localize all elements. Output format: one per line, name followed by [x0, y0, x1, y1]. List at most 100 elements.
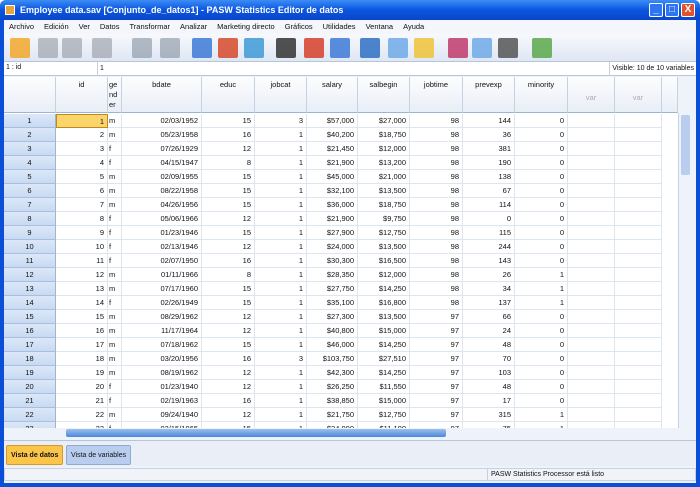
weight-cases-icon[interactable]	[388, 38, 408, 58]
row-header[interactable]: 2	[4, 128, 56, 142]
row-header[interactable]: 6	[4, 184, 56, 198]
table-cell[interactable]: 34	[463, 282, 515, 296]
table-cell[interactable]: $21,900	[307, 212, 358, 226]
row-header[interactable]: 1	[4, 114, 56, 128]
table-cell[interactable]: 1	[515, 408, 568, 422]
table-cell[interactable]: 3	[255, 352, 307, 366]
table-cell[interactable]: 48	[463, 380, 515, 394]
table-cell[interactable]: 11/17/1964	[122, 324, 202, 338]
table-cell[interactable]: m	[108, 352, 122, 366]
row-header[interactable]: 7	[4, 198, 56, 212]
table-cell[interactable]: 15	[202, 338, 255, 352]
table-cell[interactable]: $15,000	[358, 324, 410, 338]
menu-edición[interactable]: Edición	[39, 20, 74, 34]
empty-cell[interactable]	[568, 408, 615, 422]
table-cell[interactable]: 08/22/1958	[122, 184, 202, 198]
empty-cell[interactable]	[568, 352, 615, 366]
empty-cell[interactable]	[568, 184, 615, 198]
row-header[interactable]: 14	[4, 296, 56, 310]
empty-cell[interactable]	[568, 324, 615, 338]
empty-cell[interactable]	[615, 142, 662, 156]
table-cell[interactable]: 05/23/1958	[122, 128, 202, 142]
close-button[interactable]: X	[681, 3, 695, 17]
table-cell[interactable]: 12	[202, 142, 255, 156]
row-header[interactable]: 3	[4, 142, 56, 156]
empty-cell[interactable]	[568, 394, 615, 408]
empty-cell[interactable]	[615, 198, 662, 212]
table-cell[interactable]: 8	[202, 156, 255, 170]
table-cell[interactable]: 13	[56, 282, 108, 296]
table-cell[interactable]: $30,300	[307, 254, 358, 268]
table-cell[interactable]: 7	[56, 198, 108, 212]
menu-marketing-directo[interactable]: Marketing directo	[212, 20, 280, 34]
table-cell[interactable]: $9,750	[358, 212, 410, 226]
show-all-variables-icon[interactable]	[498, 38, 518, 58]
cell-value-input[interactable]: 1	[97, 62, 607, 76]
empty-cell[interactable]	[615, 282, 662, 296]
tab-data-view[interactable]: Vista de datos	[6, 445, 64, 465]
table-cell[interactable]: 98	[410, 156, 463, 170]
menu-ver[interactable]: Ver	[74, 20, 95, 34]
empty-cell[interactable]	[568, 156, 615, 170]
table-cell[interactable]: 0	[515, 324, 568, 338]
row-header[interactable]: 8	[4, 212, 56, 226]
table-cell[interactable]: 1	[255, 128, 307, 142]
table-cell[interactable]: 1	[255, 240, 307, 254]
insert-cases-icon[interactable]	[304, 38, 324, 58]
table-cell[interactable]: 3	[255, 114, 307, 128]
column-header-var[interactable]: var	[568, 77, 615, 113]
table-cell[interactable]: 02/09/1955	[122, 170, 202, 184]
table-cell[interactable]: 15	[202, 282, 255, 296]
empty-cell[interactable]	[615, 212, 662, 226]
variables-icon[interactable]	[244, 38, 264, 58]
table-cell[interactable]: 70	[463, 352, 515, 366]
table-cell[interactable]: $12,750	[358, 408, 410, 422]
table-cell[interactable]: 07/17/1960	[122, 282, 202, 296]
table-cell[interactable]: 1	[255, 394, 307, 408]
table-cell[interactable]: 137	[463, 296, 515, 310]
table-cell[interactable]: 98	[410, 268, 463, 282]
table-cell[interactable]: 16	[202, 394, 255, 408]
table-cell[interactable]: 2	[56, 128, 108, 142]
corner-header[interactable]	[4, 77, 56, 113]
menu-archivo[interactable]: Archivo	[4, 20, 39, 34]
table-cell[interactable]: f	[108, 212, 122, 226]
table-cell[interactable]: 04/15/1947	[122, 156, 202, 170]
row-header[interactable]: 16	[4, 324, 56, 338]
table-cell[interactable]: 07/26/1929	[122, 142, 202, 156]
table-cell[interactable]: $14,250	[358, 338, 410, 352]
table-cell[interactable]: $27,510	[358, 352, 410, 366]
table-cell[interactable]: m	[108, 128, 122, 142]
table-cell[interactable]: $27,900	[307, 226, 358, 240]
table-cell[interactable]: $12,750	[358, 226, 410, 240]
empty-cell[interactable]	[615, 268, 662, 282]
table-cell[interactable]: 0	[515, 198, 568, 212]
table-cell[interactable]: 0	[515, 240, 568, 254]
table-cell[interactable]: 02/13/1946	[122, 240, 202, 254]
empty-cell[interactable]	[615, 156, 662, 170]
scroll-thumb[interactable]	[66, 429, 446, 437]
table-cell[interactable]: $11,550	[358, 380, 410, 394]
table-cell[interactable]: 1	[255, 338, 307, 352]
maximize-button[interactable]: □	[665, 3, 679, 17]
table-cell[interactable]: 1	[255, 282, 307, 296]
empty-cell[interactable]	[615, 254, 662, 268]
table-cell[interactable]: 0	[515, 226, 568, 240]
table-cell[interactable]: 143	[463, 254, 515, 268]
table-cell[interactable]: 03/20/1956	[122, 352, 202, 366]
table-cell[interactable]: $14,250	[358, 282, 410, 296]
table-cell[interactable]: f	[108, 156, 122, 170]
table-cell[interactable]: 02/26/1949	[122, 296, 202, 310]
table-cell[interactable]: $45,000	[307, 170, 358, 184]
row-header[interactable]: 18	[4, 352, 56, 366]
column-header-bdate[interactable]: bdate	[122, 77, 202, 113]
empty-cell[interactable]	[568, 128, 615, 142]
menu-ayuda[interactable]: Ayuda	[398, 20, 429, 34]
table-cell[interactable]: 1	[255, 310, 307, 324]
table-cell[interactable]: 16	[202, 352, 255, 366]
table-cell[interactable]: 0	[515, 380, 568, 394]
save-icon[interactable]	[38, 38, 58, 58]
table-cell[interactable]: 0	[515, 338, 568, 352]
table-cell[interactable]: $16,800	[358, 296, 410, 310]
table-cell[interactable]: 01/11/1966	[122, 268, 202, 282]
